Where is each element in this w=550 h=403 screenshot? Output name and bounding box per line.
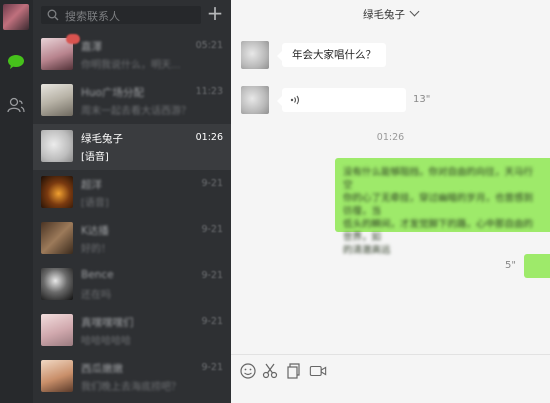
chevron-down-icon (409, 6, 420, 17)
conversation-preview: 好的！ (81, 244, 111, 255)
message-bubble-out: 没有什么能够阻挡，你对自由的向往，天马行空 你的心了无牵挂，穿过幽暗的岁月，也曾… (335, 158, 550, 256)
avatar (41, 314, 73, 346)
conversation-preview: 你明我说什么，明天... (81, 60, 181, 71)
conversation-name: 真嘿嘿嘿们 (81, 317, 134, 329)
conversation-name: K达播 (81, 225, 109, 237)
unread-badge (66, 34, 80, 44)
search-icon (47, 9, 59, 21)
voice-icon (290, 95, 300, 105)
user-avatar[interactable] (3, 4, 29, 30)
conversation-time: 01:26 (195, 132, 223, 143)
conversation-time: 11:23 (195, 86, 223, 97)
conversation-preview: 哈哈哈哈哈 (81, 336, 131, 347)
conversation-preview: 周末一起去看大话西游？ (81, 106, 191, 117)
conversation-name: 绿毛兔子 (81, 133, 123, 145)
avatar (41, 222, 73, 254)
message-line: 低头的瞬间，才发觉脚下的路，心中那自由的世界，如 (343, 219, 534, 243)
voice-duration-out: 5" (505, 260, 516, 271)
conversation-item[interactable]: 超洋 [语音] 9-21 (33, 170, 231, 216)
message-text: 年会大家唱什么？ (292, 49, 376, 61)
chat-header: 绿毛兔子 (231, 0, 550, 28)
file-icon[interactable] (284, 362, 302, 380)
avatar (41, 130, 73, 162)
chat-title-wrap[interactable]: 绿毛兔子 (231, 6, 550, 22)
chat-title: 绿毛兔子 (363, 9, 405, 21)
conversation-preview: [语音] (81, 152, 109, 163)
conversation-name: 超洋 (81, 179, 102, 191)
avatar (41, 360, 73, 392)
conversation-name: 嘉澤 (81, 41, 102, 53)
conversation-time: 9-21 (201, 224, 223, 235)
input-divider (231, 354, 550, 355)
message-line: 的清澈高远 (343, 245, 391, 256)
nav-rail (0, 0, 33, 403)
conversation-name: Huo广场分配 (81, 87, 144, 99)
conversation-time: 9-21 (201, 316, 223, 327)
conversation-preview: 我们晚上去海底捞吧？ (81, 382, 181, 393)
avatar (41, 268, 73, 300)
chat-icon[interactable] (7, 54, 25, 70)
contact-avatar[interactable] (241, 41, 269, 69)
search-input[interactable]: 搜索联系人 (65, 8, 120, 24)
search-box[interactable]: 搜索联系人 (41, 6, 201, 24)
conversation-time: 9-21 (201, 362, 223, 373)
conversation-time: 9-21 (201, 270, 223, 281)
chat-pane: 绿毛兔子 年会大家唱什么？ 13" 01:26 没有什么能够阻挡，你对自由的向往… (231, 0, 550, 403)
avatar (41, 84, 73, 116)
voice-duration: 13" (413, 94, 431, 105)
conversation-preview: 还在吗 (81, 290, 111, 301)
add-icon[interactable]: + (205, 3, 225, 23)
conversation-item[interactable]: 嘉澤 你明我说什么，明天... 05:21 (33, 32, 231, 78)
message-line: 没有什么能够阻挡，你对自由的向往，天马行空 (343, 167, 534, 191)
conversation-item-selected[interactable]: 绿毛兔子 [语音] 01:26 (33, 124, 231, 170)
conversation-time: 9-21 (201, 178, 223, 189)
message-bubble-in: 年会大家唱什么？ (277, 43, 386, 67)
conversation-item[interactable]: Bence 还在吗 9-21 (33, 262, 231, 308)
conversation-item[interactable]: 西瓜嫩嫩 我们晚上去海底捞吧？ 9-21 (33, 354, 231, 400)
conversation-time: 05:21 (195, 40, 223, 51)
emoji-icon[interactable] (239, 362, 257, 380)
time-divider: 01:26 (376, 132, 405, 143)
contacts-icon[interactable] (7, 96, 25, 114)
conversation-item[interactable]: Huo广场分配 周末一起去看大话西游？ 11:23 (33, 78, 231, 124)
conversation-name: 西瓜嫩嫩 (81, 363, 123, 375)
conversation-item[interactable]: 真嘿嘿嘿们 哈哈哈哈哈 9-21 (33, 308, 231, 354)
message-line: 你的心了无牵挂，穿过幽暗的岁月，也曾感到彷徨，当 (343, 193, 534, 217)
voice-message-bubble-out[interactable] (524, 254, 550, 278)
conversation-item[interactable]: K达播 好的！ 9-21 (33, 216, 231, 262)
video-call-icon[interactable] (309, 362, 327, 380)
voice-message-bubble[interactable] (277, 88, 406, 112)
conversation-name: Bence (81, 269, 114, 281)
contact-avatar[interactable] (241, 86, 269, 114)
scissors-icon[interactable] (261, 362, 279, 380)
conversation-preview: [语音] (81, 198, 109, 209)
conversation-list: 搜索联系人 + 嘉澤 你明我说什么，明天... 05:21 Huo广场分配 周末… (33, 0, 231, 403)
avatar (41, 176, 73, 208)
